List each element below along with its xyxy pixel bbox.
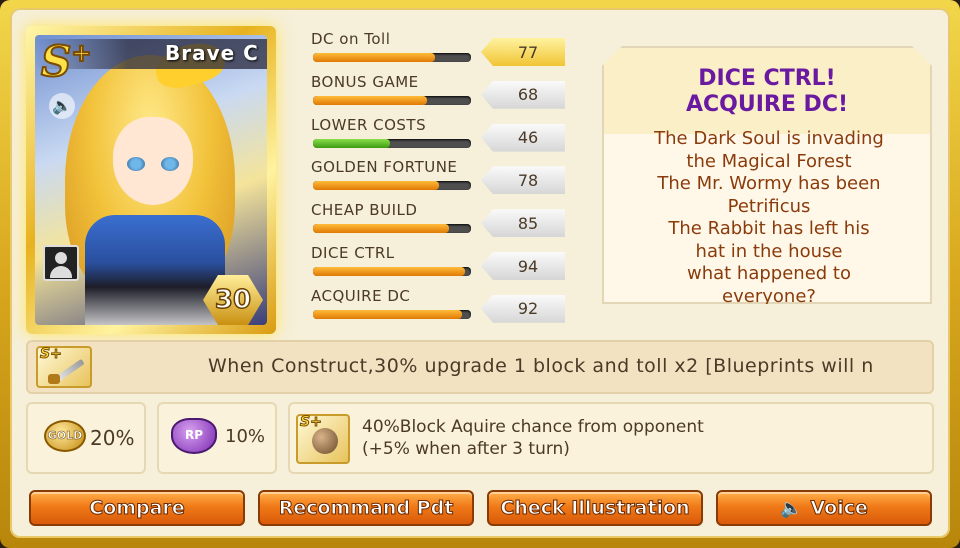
card-name: Brave C — [165, 41, 259, 65]
skill-row[interactable]: S+ When Construct,30% upgrade 1 block an… — [26, 340, 934, 394]
stat-bar-track — [313, 181, 471, 191]
illustration-button-label: Check Illustration — [500, 497, 690, 520]
character-eye-right — [161, 157, 179, 171]
stat-bar-track — [313, 224, 471, 234]
stat-value-tag: 92 — [481, 294, 565, 323]
rp-trophy-icon: RP — [171, 418, 217, 454]
stat-bar-track — [313, 53, 471, 62]
compare-button-label: Compare — [89, 497, 185, 520]
character-dress — [85, 215, 225, 325]
stat-row: LOWER COSTS 46 — [311, 116, 571, 156]
gold-coin-icon: GOLD — [44, 420, 86, 452]
rank-letter: S — [40, 36, 72, 87]
stat-row: GOLDEN FORTUNE 78 — [311, 158, 571, 198]
compare-button[interactable]: Compare — [29, 490, 245, 526]
skill-rank-icon: S+ — [300, 414, 323, 431]
character-face — [113, 117, 193, 205]
stat-bar-fill — [313, 138, 391, 148]
description-line: the Magical Forest — [686, 150, 852, 172]
profile-icon[interactable] — [43, 245, 79, 281]
description-line: hat in the house — [695, 240, 843, 262]
sword-skill-icon[interactable]: S+ — [36, 346, 92, 388]
card-description: DICE CTRL! ACQUIRE DC! The Dark Soul is … — [602, 46, 932, 304]
skill-rank-icon: S+ — [40, 346, 63, 363]
stat-bar-fill — [313, 309, 462, 319]
stat-row: DC on Toll 77 — [311, 30, 571, 70]
stat-bar-track — [313, 138, 471, 148]
stat-value-tag: 85 — [481, 209, 565, 238]
stat-row: ACQUIRE DC 92 — [311, 287, 571, 327]
stat-bar-fill — [313, 267, 465, 276]
stat-bar-fill — [313, 181, 440, 191]
recommand-pdt-button[interactable]: Recommand Pdt — [258, 490, 474, 526]
block-skill-line1: 40%Block Aquire chance from opponent — [362, 417, 704, 437]
speaker-icon[interactable]: 🔈 — [49, 93, 75, 119]
stat-bar-fill — [313, 95, 427, 105]
description-line: The Mr. Wormy has been — [657, 173, 881, 194]
gold-bonus-value: 20% — [90, 426, 135, 450]
description-line: what happened to — [686, 263, 851, 284]
stat-row: CHEAP BUILD 85 — [311, 201, 571, 241]
voice-button-label: Voice — [810, 497, 868, 520]
voice-button[interactable]: 🔈 Voice — [716, 490, 932, 526]
check-illustration-button[interactable]: Check Illustration — [487, 490, 703, 526]
stat-label: DC on Toll — [311, 30, 391, 48]
character-card[interactable]: Brave C S+ 🔈 30 — [26, 26, 276, 334]
character-portrait: Brave C S+ 🔈 30 — [35, 35, 267, 325]
stat-bar-track — [313, 95, 471, 105]
block-skill-line2: (+5% when after 3 turn) — [362, 439, 570, 459]
stat-label: ACQUIRE DC — [311, 286, 411, 305]
stat-value-tag: 78 — [481, 166, 565, 195]
recommand-button-label: Recommand Pdt — [278, 497, 454, 520]
stat-bar-fill — [313, 224, 449, 234]
rp-bonus-value: 10% — [225, 426, 266, 447]
stat-bar-track — [313, 267, 471, 276]
stat-value-tag: 94 — [481, 252, 565, 280]
speaker-icon: 🔈 — [780, 497, 803, 519]
rank-plus: + — [70, 37, 92, 68]
skill-description: When Construct,30% upgrade 1 block and t… — [208, 355, 874, 377]
character-eye-left — [127, 157, 145, 171]
description-line: Petrificus — [727, 195, 811, 217]
rock-icon — [312, 428, 338, 454]
rock-skill-icon[interactable]: S+ — [296, 414, 350, 464]
stat-value-tag: 68 — [481, 80, 565, 109]
stat-bar-fill — [313, 53, 435, 62]
rp-bonus-box: RP 10% — [157, 402, 277, 474]
block-skill-text: 40%Block Aquire chance from opponent (+5… — [362, 416, 704, 460]
stat-label: BONUS GAME — [311, 72, 419, 91]
stat-bar-track — [313, 309, 471, 319]
stat-value-tag: 46 — [481, 123, 565, 152]
stat-row: BONUS GAME 68 — [311, 73, 571, 113]
description-title: DICE CTRL! ACQUIRE DC! — [604, 66, 930, 118]
stat-value-tag: 77 — [481, 38, 565, 66]
stat-label: LOWER COSTS — [311, 115, 427, 134]
description-line: The Rabbit has left his — [668, 218, 870, 239]
description-title-line2: ACQUIRE DC! — [686, 92, 848, 117]
stat-row: DICE CTRL 94 — [311, 244, 571, 284]
block-skill-box: S+ 40%Block Aquire chance from opponent … — [288, 402, 934, 474]
description-title-line1: DICE CTRL! — [698, 66, 836, 91]
stat-label: CHEAP BUILD — [311, 201, 418, 220]
level-value: 30 — [214, 284, 252, 316]
description-line: The Dark Soul is invading — [654, 128, 884, 149]
gold-bonus-box: GOLD 20% — [26, 402, 146, 474]
stat-label: DICE CTRL — [311, 244, 395, 262]
stat-label: GOLDEN FORTUNE — [311, 158, 458, 177]
sword-hilt — [48, 374, 60, 384]
description-body: The Dark Soul is invading the Magical Fo… — [614, 128, 924, 308]
rank-badge: S+ — [40, 36, 92, 87]
